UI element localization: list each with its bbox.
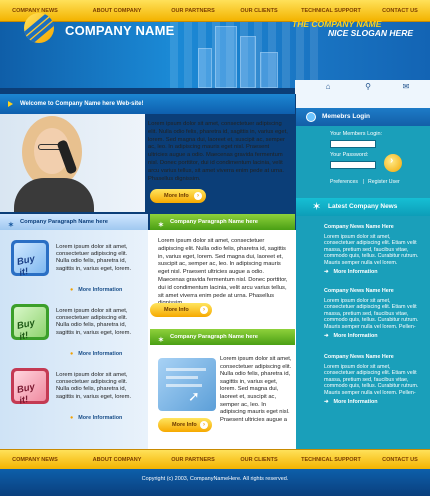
password-input[interactable] — [330, 161, 376, 169]
logo-icon[interactable] — [24, 13, 54, 43]
left-more-link[interactable]: ● More Information — [70, 287, 122, 293]
mid-paragraph-header-2: ✶ Company Paragraph Name here — [150, 329, 295, 345]
mid-more-info-button-2[interactable]: More Info › — [158, 418, 212, 432]
news-item: Company News Name Here Lorem ipsum dolor… — [324, 224, 420, 267]
button-label: More Info — [164, 193, 189, 199]
arrow-right-icon: ➜ — [324, 399, 329, 405]
nav-about-company[interactable]: ABOUT COMPANY — [82, 0, 152, 22]
left-more-link[interactable]: ● More Information — [70, 351, 122, 357]
section-title: Company Paragraph Name here — [170, 334, 258, 340]
login-input[interactable] — [330, 140, 376, 148]
login-submit-button[interactable] — [384, 154, 402, 172]
nav-contact-us[interactable]: CONTACT US — [370, 450, 430, 470]
footer — [0, 469, 430, 496]
copyright-text: Copyright (c) 2003, CompanyNameHere. All… — [141, 476, 289, 482]
cursor-icon: ➚ — [188, 388, 200, 404]
left-paragraph-header: ✶ Company Paragraph Name here — [0, 214, 148, 230]
news-text: Lorem ipsum dolor sit amet, consectetuer… — [324, 363, 419, 396]
arrow-icon — [8, 101, 13, 107]
section-title: Company Paragraph Name here — [170, 219, 258, 225]
mid-paragraph-text-1: Lorem ipsum dolor sit amet, consectetuer… — [158, 238, 288, 306]
news-item: Company News Name Here Lorem ipsum dolor… — [324, 288, 420, 331]
badge-label: Buy it! — [16, 253, 36, 276]
more-label: More Information — [78, 287, 123, 293]
arrow-right-icon: ● — [70, 351, 74, 357]
news-more-link[interactable]: ➜ More Information — [324, 333, 378, 339]
left-item-text: Lorem ipsum dolor sit amet, consectetuer… — [56, 372, 132, 400]
arrow-right-icon: ➜ — [324, 269, 329, 275]
link-separator: | — [363, 179, 365, 185]
nav-our-partners[interactable]: OUR PARTNERS — [158, 0, 228, 22]
button-label: More Info — [172, 422, 197, 428]
mid-paragraph-header-1: ✶ Company Paragraph Name here — [150, 214, 295, 230]
mid-paragraph-text-2: Lorem ipsum dolor sit amet, consectetuer… — [220, 356, 292, 423]
slogan-line-2: NICE SLOGAN HERE — [328, 28, 414, 38]
star-icon: ✶ — [158, 337, 164, 344]
welcome-title: Welcome to Company Name here Web-site! — [20, 101, 144, 107]
mid-more-info-button-1[interactable]: More Info › — [150, 303, 212, 317]
section-title: Company Paragraph Name here — [20, 219, 108, 225]
nav-technical-support[interactable]: TECHNICAL SUPPORT — [296, 450, 366, 470]
building-shape — [260, 52, 278, 88]
buy-it-badge[interactable]: Buy it! — [11, 240, 49, 276]
news-more-link[interactable]: ➜ More Information — [324, 399, 378, 405]
register-user-link[interactable]: Register User — [368, 179, 400, 185]
arrow-right-icon: ➜ — [324, 333, 329, 339]
arrow-right-icon: ● — [70, 415, 74, 421]
news-text: Lorem ipsum dolor sit amet, consectetuer… — [324, 233, 419, 266]
news-title[interactable]: Company News Name Here — [324, 288, 420, 295]
nav-about-company[interactable]: ABOUT COMPANY — [82, 450, 152, 470]
arrow-right-icon: › — [200, 306, 208, 314]
email-icon[interactable]: ✉ — [399, 80, 413, 94]
news-title[interactable]: Company News Name Here — [324, 354, 420, 361]
building-shape — [240, 36, 256, 88]
buy-it-badge[interactable]: Buy it! — [11, 368, 49, 404]
woman-on-phone-photo — [0, 114, 145, 212]
welcome-more-info-button[interactable]: More Info › — [150, 189, 206, 203]
left-item-text: Lorem ipsum dolor sit amet, consectetuer… — [56, 244, 132, 272]
login-label: Your Members Login: — [330, 131, 383, 137]
bottom-navigation: COMPANY NEWS ABOUT COMPANY OUR PARTNERS … — [0, 449, 430, 469]
star-icon: ✶ — [158, 222, 164, 229]
search-icon[interactable]: ⚲ — [361, 80, 375, 94]
star-icon: ✶ — [312, 201, 322, 213]
nav-our-clients[interactable]: OUR CLIENTS — [224, 0, 294, 22]
left-item-text: Lorem ipsum dolor sit amet, consectetuer… — [56, 308, 132, 336]
badge-label: Buy it! — [16, 381, 36, 404]
more-label: More Information — [333, 399, 378, 405]
news-more-link[interactable]: ➜ More Information — [324, 269, 378, 275]
home-icon[interactable]: ⌂ — [321, 80, 335, 94]
more-label: More Information — [333, 333, 378, 339]
more-label: More Information — [333, 269, 378, 275]
left-more-link[interactable]: ● More Information — [70, 415, 122, 421]
more-label: More Information — [78, 351, 123, 357]
arrow-right-icon: › — [194, 192, 202, 200]
preferences-link[interactable]: Preferences — [330, 179, 358, 185]
badge-label: Buy it! — [16, 317, 36, 340]
news-text: Lorem ipsum dolor sit amet, consectetuer… — [324, 297, 419, 330]
sidebar-top-strip — [296, 94, 430, 108]
arrow-right-icon: ● — [70, 287, 74, 293]
nav-our-clients[interactable]: OUR CLIENTS — [224, 450, 294, 470]
password-label: Your Password: — [330, 152, 369, 158]
news-title[interactable]: Company News Name Here — [324, 224, 420, 231]
building-shape — [198, 48, 212, 88]
building-shape — [215, 26, 237, 88]
shirt-shape — [14, 178, 94, 212]
button-label: More Info — [164, 307, 189, 313]
members-login-header: Memebrs Login — [296, 108, 430, 126]
buy-it-badge[interactable]: Buy it! — [11, 304, 49, 340]
screen-cursor-image: ➚ — [158, 358, 216, 411]
news-item: Company News Name Here Lorem ipsum dolor… — [324, 354, 420, 397]
welcome-title-bar: Welcome to Company Name here Web-site! — [0, 94, 295, 114]
icon-toolbar: ⌂ ⚲ ✉ — [295, 80, 430, 94]
welcome-text: Lorem ipsum dolor sit amet, consectetuer… — [148, 121, 288, 182]
nav-company-news[interactable]: COMPANY NEWS — [0, 450, 70, 470]
nav-our-partners[interactable]: OUR PARTNERS — [158, 450, 228, 470]
more-label: More Information — [78, 415, 123, 421]
user-icon — [306, 112, 316, 122]
arrow-right-icon: › — [200, 421, 208, 429]
company-name[interactable]: COMPANY NAME — [65, 23, 175, 38]
star-icon: ✶ — [8, 222, 14, 229]
